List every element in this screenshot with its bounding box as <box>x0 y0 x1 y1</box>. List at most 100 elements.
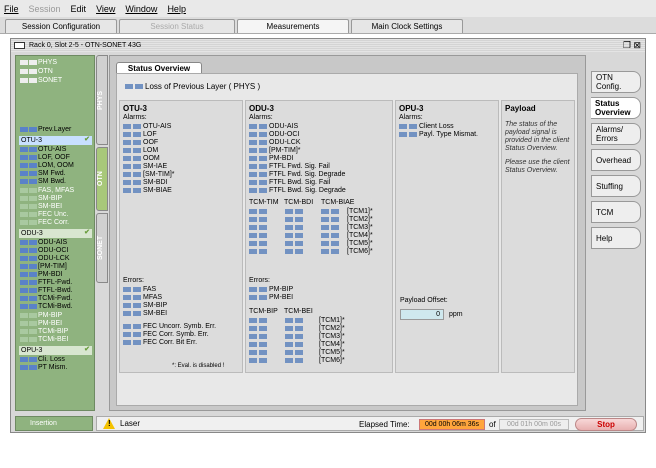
otu3-alarm: SM-BDI <box>123 179 168 186</box>
window-title: Rack 0, Slot 2-5 - OTN-SONET 43G <box>29 42 142 49</box>
odu3-alarm: ODU-OCI <box>249 131 299 138</box>
vtab-phys[interactable]: PHYS <box>96 55 108 145</box>
otu3-alarm: OOF <box>123 139 158 146</box>
left-otu-item: LOF, OOF <box>20 154 70 161</box>
menu-view[interactable]: View <box>96 4 115 14</box>
tab-overhead[interactable]: Overhead <box>591 149 641 171</box>
odu3-error: PM-BEI <box>249 294 293 301</box>
tcm-error-row: [TCM4]* <box>249 341 345 348</box>
tcm-alarm-row: [TCM3]* <box>249 224 373 231</box>
tab-session-status[interactable]: Session Status <box>119 19 235 33</box>
check-icon: ✔ <box>84 229 90 236</box>
check-icon: ✔ <box>84 346 90 353</box>
menu-file[interactable]: File <box>4 4 19 14</box>
tcm-biae-header: TCM-BIAE <box>321 199 355 206</box>
tab-main-clock-settings[interactable]: Main Clock Settings <box>351 19 463 33</box>
odu3-alarm: [PM-TIM]* <box>249 147 301 154</box>
tab-session-configuration[interactable]: Session Configuration <box>5 19 117 33</box>
odu3-errors-label: Errors: <box>249 277 270 284</box>
opu3-section: OPU-3 Alarms: Client Loss Payl. Type Mis… <box>395 100 499 373</box>
tcm-alarm-row: [TCM4]* <box>249 232 373 239</box>
total-time-value: 00d 01h 00m 00s <box>499 419 569 430</box>
otu3-error: FAS <box>123 286 156 293</box>
left-odu-item: TCMi-BIP <box>20 328 68 335</box>
insertion-button[interactable]: Insertion <box>15 416 93 431</box>
left-otu-item: SM Bwd. <box>20 178 66 185</box>
left-odu-item: ODU-AIS <box>20 239 67 246</box>
otu3-alarm: LOM <box>123 147 158 154</box>
tcm-bip-header: TCM-BIP <box>249 308 278 315</box>
elapsed-time-label: Elapsed Time: <box>359 420 410 429</box>
otu3-alarm: SM-IAE <box>123 163 167 170</box>
tcm-alarm-row: [TCM2]* <box>249 216 373 223</box>
left-otu-group[interactable]: OTU-3 ✔ <box>19 136 92 145</box>
otu3-title: OTU-3 <box>123 104 147 113</box>
tab-measurements[interactable]: Measurements <box>237 19 349 33</box>
opu3-title: OPU-3 <box>399 104 424 113</box>
stop-button[interactable]: Stop <box>575 418 637 431</box>
tab-help[interactable]: Help <box>591 227 641 249</box>
tab-stuffing[interactable]: Stuffing <box>591 175 641 197</box>
tcm-bdi-header: TCM-BDI <box>284 199 314 206</box>
tcm-error-row: [TCM1]* <box>249 317 345 324</box>
opu3-alarms-label: Alarms: <box>399 114 423 121</box>
payload-note: The status of the payload signal is prov… <box>505 121 570 152</box>
left-odu-group[interactable]: ODU-3 ✔ <box>19 229 92 238</box>
left-odu-item: ODU-OCI <box>20 247 68 254</box>
odu3-error: PM-BIP <box>249 286 293 293</box>
tcm-error-row: [TCM5]* <box>249 349 345 356</box>
otu3-section: OTU-3 Alarms: OTU-AIS LOF OOF LOM OOM SM… <box>119 100 243 373</box>
menu-help[interactable]: Help <box>167 4 186 14</box>
left-odu-item: ODU-LCK <box>20 255 70 262</box>
vtab-sonet[interactable]: SONET <box>96 213 108 283</box>
loss-previous-layer: Loss of Previous Layer ( PHYS ) <box>125 82 260 91</box>
left-phys[interactable]: PHYS <box>20 59 57 66</box>
tab-otn-config[interactable]: OTN Config. <box>591 71 641 93</box>
left-otu-item: FAS, MFAS <box>20 187 74 194</box>
left-odu-item: TCMi-Bwd. <box>20 303 73 310</box>
tcm-error-row: [TCM3]* <box>249 333 345 340</box>
tcm-tim-header: TCM-TIM <box>249 199 279 206</box>
status-overview-content: Loss of Previous Layer ( PHYS ) OTU-3 Al… <box>116 73 578 406</box>
odu3-alarm: ODU-AIS <box>249 123 298 130</box>
close-icon[interactable]: ⊠ <box>633 40 641 50</box>
left-otu-item: FEC Corr. <box>20 219 69 226</box>
left-opu-group[interactable]: OPU-3 ✔ <box>19 346 92 355</box>
tab-tcm[interactable]: TCM <box>591 201 641 223</box>
menu-session[interactable]: Session <box>29 4 61 14</box>
menu-bar: File Session Edit View Window Help <box>0 0 656 17</box>
left-opu-item: Cli. Loss <box>20 356 65 363</box>
tab-alarms-errors[interactable]: Alarms/ Errors <box>591 123 641 145</box>
opu3-alarm: Payl. Type Mismat. <box>399 131 478 138</box>
left-otu-item: OTU-AIS <box>20 146 66 153</box>
left-opu-item: PT Mism. <box>20 364 67 371</box>
tcm-alarm-row: [TCM1]* <box>249 208 373 215</box>
odu3-alarm: ODU-LCK <box>249 139 301 146</box>
left-otn[interactable]: OTN <box>20 68 53 75</box>
menu-edit[interactable]: Edit <box>71 4 87 14</box>
left-otu-item: SM-BIP <box>20 195 62 202</box>
left-odu-item: PM-BIP <box>20 312 62 319</box>
check-icon: ✔ <box>84 136 90 143</box>
otu3-fec: FEC Corr. Symb. Err. <box>123 331 209 338</box>
restore-icon[interactable]: ❐ <box>623 40 631 50</box>
odu3-section: ODU-3 Alarms: ODU-AIS ODU-OCI ODU-LCK [P… <box>245 100 393 373</box>
odu3-alarm: FTFL Bwd. Sig. Fail <box>249 179 330 186</box>
left-odu-item: TCMi-Fwd. <box>20 295 72 302</box>
otu3-alarm: OOM <box>123 155 160 162</box>
menu-window[interactable]: Window <box>125 4 157 14</box>
left-odu-item: TCMi-BEI <box>20 336 68 343</box>
elapsed-time-value: 00d 00h 06m 36s <box>419 419 485 430</box>
of-label: of <box>489 420 496 429</box>
left-otu-item: SM Fwd. <box>20 170 66 177</box>
left-sonet[interactable]: SONET <box>20 77 62 84</box>
left-odu-item: FTFL-Fwd. <box>20 279 72 286</box>
otu3-error: SM-BIP <box>123 302 167 309</box>
payload-offset-field[interactable]: 0 <box>400 309 444 320</box>
vtab-otn[interactable]: OTN <box>96 147 108 211</box>
top-tab-row: Session Configuration Session Status Mea… <box>0 17 656 34</box>
otu3-fec: FEC Corr. Bit Err. <box>123 339 197 346</box>
tab-status-overview[interactable]: Status Overview <box>591 97 641 119</box>
measurement-window: Rack 0, Slot 2-5 - OTN-SONET 43G ❐ ⊠ PHY… <box>10 38 646 433</box>
otu3-fec: FEC Uncorr. Symb. Err. <box>123 323 216 330</box>
